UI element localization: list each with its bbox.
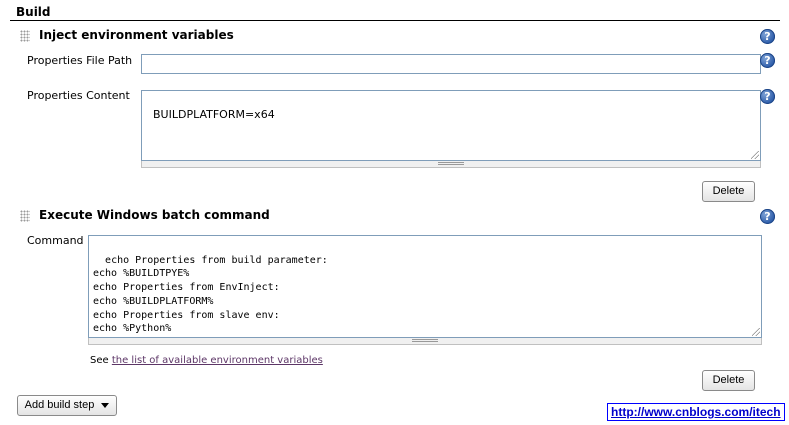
help-icon[interactable]: ? xyxy=(760,89,775,104)
delete-button[interactable]: Delete xyxy=(702,370,755,391)
drag-handle-icon[interactable] xyxy=(20,210,30,222)
textarea-resize-handle[interactable] xyxy=(88,338,762,345)
properties-file-path-input[interactable] xyxy=(141,54,761,74)
resize-grip-icon[interactable] xyxy=(752,328,760,336)
command-textarea[interactable]: echo Properties from build parameter: ec… xyxy=(88,235,762,338)
env-vars-help-text: See the list of available environment va… xyxy=(90,355,323,366)
help-icon[interactable]: ? xyxy=(760,53,775,68)
drag-handle-icon[interactable] xyxy=(20,30,30,42)
section-divider xyxy=(10,20,780,21)
command-label: Command xyxy=(27,234,84,247)
env-vars-link[interactable]: the list of available environment variab… xyxy=(112,355,323,366)
delete-button[interactable]: Delete xyxy=(702,181,755,202)
add-build-step-button[interactable]: Add build step xyxy=(17,395,117,416)
caret-down-icon xyxy=(101,402,110,408)
help-icon[interactable]: ? xyxy=(760,209,775,224)
properties-content-label: Properties Content xyxy=(27,89,130,102)
resize-grip-icon[interactable] xyxy=(751,151,759,159)
command-text: echo Properties from build parameter: ec… xyxy=(93,254,328,337)
properties-content-text: BUILDPLATFORM=x64 xyxy=(153,108,275,121)
step-title-inject-env: Inject environment variables xyxy=(39,28,234,42)
properties-file-path-label: Properties File Path xyxy=(27,54,133,67)
step-title-batch-command: Execute Windows batch command xyxy=(39,208,270,222)
textarea-resize-handle[interactable] xyxy=(141,161,761,168)
add-build-step-label: Add build step xyxy=(24,399,95,411)
section-title: Build xyxy=(16,5,51,19)
see-text: See xyxy=(90,355,109,366)
properties-content-textarea[interactable]: BUILDPLATFORM=x64 xyxy=(141,90,761,161)
help-icon[interactable]: ? xyxy=(760,29,775,44)
watermark-text: http://www.cnblogs.com/itech xyxy=(607,403,785,421)
